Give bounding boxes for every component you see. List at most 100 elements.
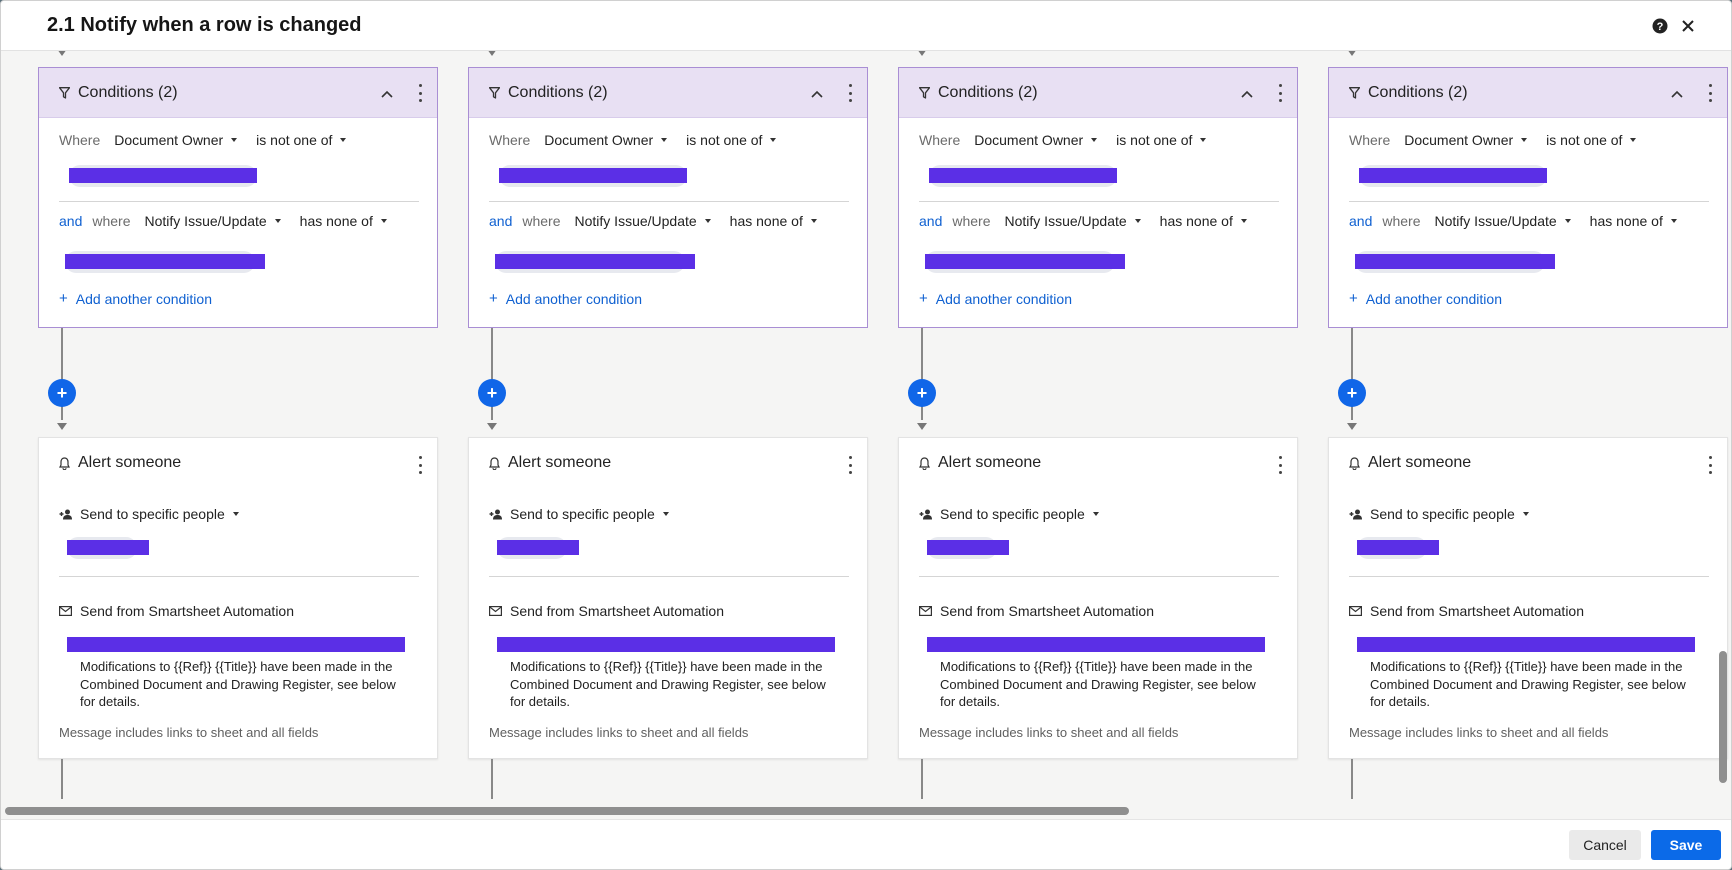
redacted-value (1359, 168, 1547, 183)
add-step-button[interactable]: + (478, 379, 506, 407)
message-body[interactable]: Modifications to {{Ref}} {{Title}} have … (940, 658, 1270, 711)
message-body[interactable]: Modifications to {{Ref}} {{Title}} have … (510, 658, 840, 711)
add-step-button[interactable]: + (1338, 379, 1366, 407)
operator-dropdown[interactable]: has none of (1160, 213, 1247, 229)
divider (919, 576, 1279, 577)
alert-card: Alert someone Send to specific people Se… (1328, 437, 1728, 759)
operator-dropdown[interactable]: is not one of (1546, 132, 1637, 148)
caret-down-icon (1670, 219, 1677, 223)
caret-down-icon (1630, 138, 1637, 142)
plus-icon: + (59, 290, 68, 307)
conditions-header[interactable]: Conditions (2) (469, 68, 867, 118)
save-button[interactable]: Save (1651, 830, 1721, 860)
alert-card: Alert someone Send to specific people Se… (38, 437, 438, 759)
conditions-card: Conditions (2) Where Document Owner is n… (898, 67, 1298, 328)
conditions-card: Conditions (2) Where Document Owner is n… (468, 67, 868, 328)
field-dropdown[interactable]: Notify Issue/Update (145, 213, 281, 229)
conditions-header[interactable]: Conditions (2) (1329, 68, 1727, 118)
and-operator-link[interactable]: and (59, 213, 82, 229)
message-body[interactable]: Modifications to {{Ref}} {{Title}} have … (80, 658, 410, 711)
workflow-canvas[interactable]: Conditions (2) Where Document Owner is n… (1, 51, 1731, 819)
workflow-column-4: Conditions (2) Where Document Owner is n… (1328, 51, 1728, 819)
conditions-title: Conditions (2) (508, 83, 608, 101)
condition-row-1: Where Document Owner is not one of (1349, 132, 1637, 148)
and-operator-link[interactable]: and (489, 213, 512, 229)
message-footnote: Message includes links to sheet and all … (1349, 725, 1609, 740)
field-dropdown[interactable]: Document Owner (544, 132, 668, 148)
cancel-button[interactable]: Cancel (1569, 830, 1641, 860)
condition-row-2: and where Notify Issue/Update has none o… (489, 213, 817, 229)
operator-dropdown[interactable]: has none of (300, 213, 387, 229)
kebab-menu-icon[interactable] (417, 84, 423, 102)
add-condition-link[interactable]: + Add another condition (489, 290, 642, 307)
bell-icon (919, 456, 930, 470)
add-condition-link[interactable]: + Add another condition (919, 290, 1072, 307)
conditions-header[interactable]: Conditions (2) (39, 68, 437, 118)
alert-title: Alert someone (938, 454, 1042, 471)
operator-dropdown[interactable]: is not one of (256, 132, 347, 148)
divider (1349, 576, 1709, 577)
vertical-scrollbar[interactable] (1719, 651, 1727, 783)
connector-arrow (57, 423, 67, 430)
where-label: Where (919, 132, 961, 148)
funnel-icon (489, 86, 500, 99)
operator-dropdown[interactable]: has none of (1590, 213, 1677, 229)
operator-dropdown[interactable]: has none of (730, 213, 817, 229)
add-condition-link[interactable]: + Add another condition (1349, 290, 1502, 307)
funnel-icon (59, 86, 70, 99)
conditions-header[interactable]: Conditions (2) (899, 68, 1297, 118)
close-icon[interactable] (1679, 17, 1697, 35)
chevron-up-icon[interactable] (1671, 85, 1683, 103)
divider (489, 201, 849, 202)
field-dropdown[interactable]: Document Owner (114, 132, 238, 148)
field-dropdown[interactable]: Document Owner (1404, 132, 1528, 148)
add-step-button[interactable]: + (908, 379, 936, 407)
where-label: Where (489, 132, 531, 148)
dialog-title: 2.1 Notify when a row is changed (47, 14, 362, 36)
field-dropdown[interactable]: Notify Issue/Update (1435, 213, 1571, 229)
horizontal-scrollbar[interactable] (5, 807, 1129, 815)
dialog-footer: Cancel Save (1, 819, 1731, 869)
operator-dropdown[interactable]: is not one of (686, 132, 777, 148)
alert-title: Alert someone (1368, 454, 1472, 471)
recipients-dropdown[interactable]: Send to specific people (59, 506, 239, 522)
chevron-up-icon[interactable] (811, 85, 823, 103)
recipients-dropdown[interactable]: Send to specific people (1349, 506, 1529, 522)
person-add-icon (489, 509, 503, 520)
sender-row: Send from Smartsheet Automation (489, 603, 724, 619)
recipients-dropdown[interactable]: Send to specific people (919, 506, 1099, 522)
kebab-menu-icon[interactable] (847, 456, 853, 474)
alert-header: Alert someone (489, 454, 611, 472)
bell-icon (1349, 456, 1360, 470)
alert-title: Alert someone (508, 454, 612, 471)
kebab-menu-icon[interactable] (1707, 84, 1713, 102)
field-dropdown[interactable]: Document Owner (974, 132, 1098, 148)
conditions-title: Conditions (2) (78, 83, 178, 101)
add-step-button[interactable]: + (48, 379, 76, 407)
operator-dropdown[interactable]: is not one of (1116, 132, 1207, 148)
help-icon[interactable]: ? (1651, 17, 1669, 35)
and-operator-link[interactable]: and (1349, 213, 1372, 229)
kebab-menu-icon[interactable] (417, 456, 423, 474)
kebab-menu-icon[interactable] (1277, 84, 1283, 102)
condition-row-1: Where Document Owner is not one of (489, 132, 777, 148)
caret-down-icon (1091, 138, 1098, 142)
bell-icon (489, 456, 500, 470)
message-body[interactable]: Modifications to {{Ref}} {{Title}} have … (1370, 658, 1700, 711)
field-dropdown[interactable]: Notify Issue/Update (575, 213, 711, 229)
message-footnote: Message includes links to sheet and all … (919, 725, 1179, 740)
connector-arrow (487, 51, 497, 56)
recipients-dropdown[interactable]: Send to specific people (489, 506, 669, 522)
kebab-menu-icon[interactable] (1277, 456, 1283, 474)
add-condition-link[interactable]: + Add another condition (59, 290, 212, 307)
divider (1349, 201, 1709, 202)
field-dropdown[interactable]: Notify Issue/Update (1005, 213, 1141, 229)
redacted-subject (927, 637, 1265, 652)
kebab-menu-icon[interactable] (847, 84, 853, 102)
chevron-up-icon[interactable] (1241, 85, 1253, 103)
funnel-icon (1349, 86, 1360, 99)
caret-down-icon (704, 219, 711, 223)
and-operator-link[interactable]: and (919, 213, 942, 229)
kebab-menu-icon[interactable] (1707, 456, 1713, 474)
chevron-up-icon[interactable] (381, 85, 393, 103)
